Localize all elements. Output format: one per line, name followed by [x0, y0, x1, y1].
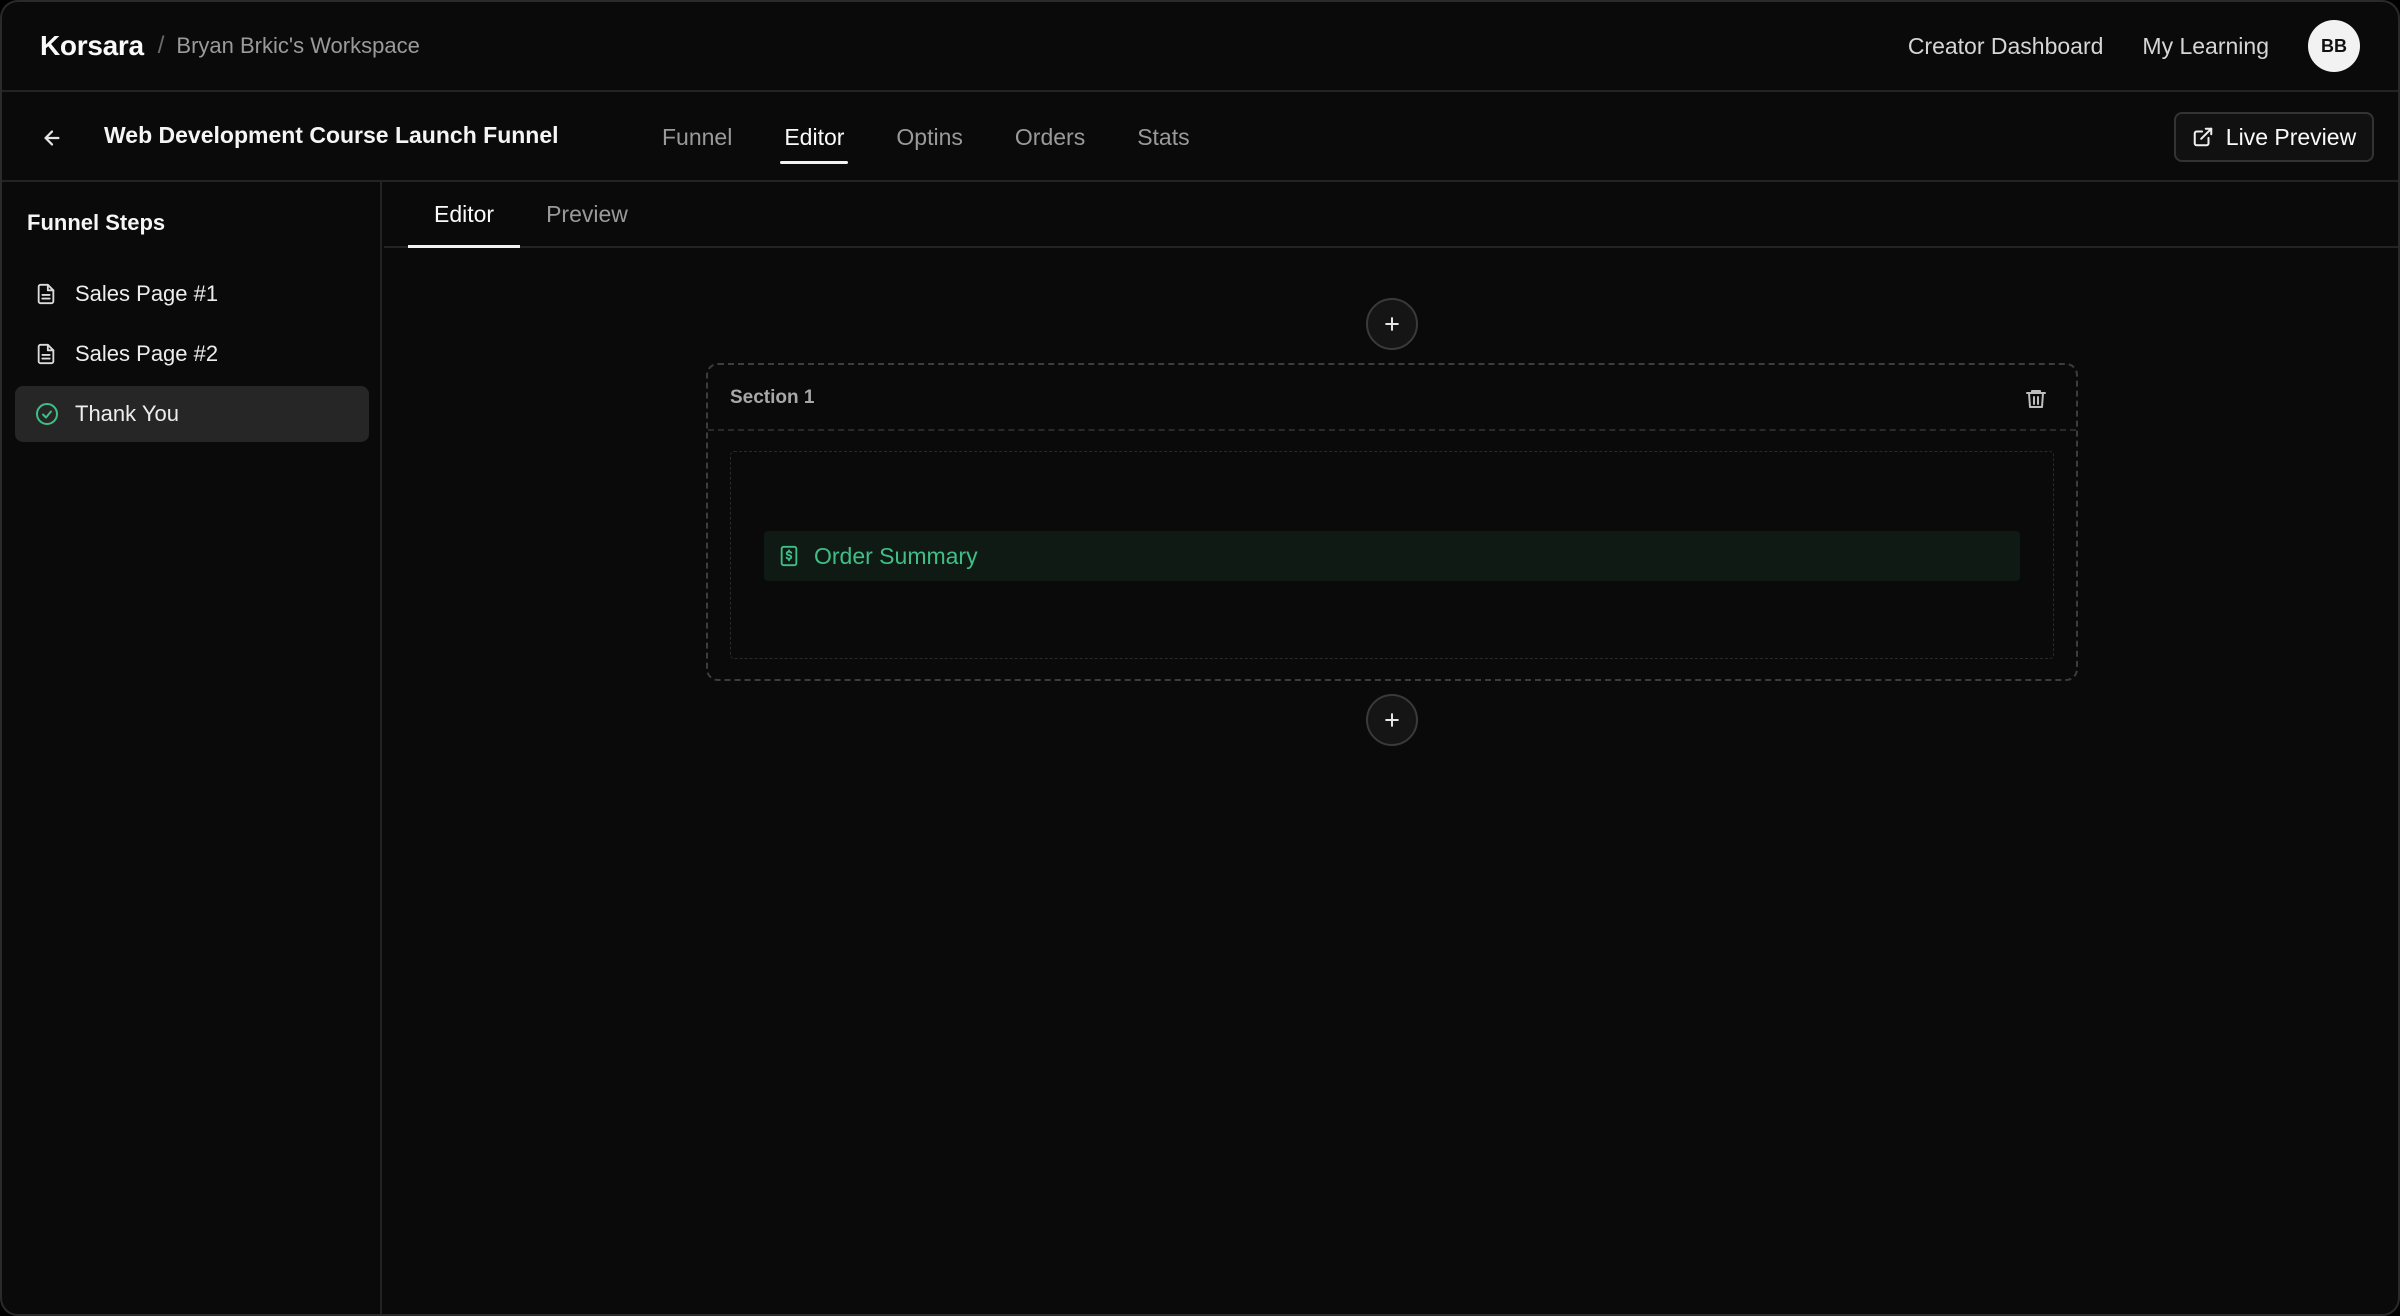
funnel-title: Web Development Course Launch Funnel	[104, 122, 559, 148]
sidebar-item-sales-page-2[interactable]: Sales Page #2	[15, 326, 369, 382]
section-container[interactable]: Section 1 Order Summary	[706, 363, 2078, 681]
check-circle-icon	[35, 402, 61, 426]
tab-orders[interactable]: Orders	[989, 92, 1111, 182]
funnel-steps-sidebar: Funnel Steps Sales Page #1 Sales Page #2…	[2, 182, 382, 1314]
section-label: Section 1	[730, 387, 815, 408]
section-body: Order Summary	[730, 451, 2054, 659]
live-preview-button[interactable]: Live Preview	[2174, 112, 2374, 162]
editor-tabs: Editor Preview	[384, 182, 2398, 248]
my-learning-link[interactable]: My Learning	[2142, 33, 2269, 60]
funnel-header: Web Development Course Launch Funnel Fun…	[2, 92, 2398, 182]
file-text-icon	[35, 282, 61, 306]
add-section-below-button[interactable]	[1366, 694, 1418, 746]
order-summary-label: Order Summary	[814, 542, 978, 569]
breadcrumb-separator: /	[157, 32, 165, 59]
plus-icon	[1385, 317, 1399, 331]
receipt-dollar-icon	[778, 544, 800, 568]
tab-preview-view[interactable]: Preview	[520, 182, 654, 246]
section-header: Section 1	[708, 365, 2076, 431]
file-text-icon	[35, 342, 61, 366]
add-section-above-button[interactable]	[1366, 298, 1418, 350]
external-link-icon	[2192, 126, 2214, 148]
delete-section-button[interactable]	[2022, 385, 2050, 413]
workspace-name[interactable]: Bryan Brkic's Workspace	[176, 33, 419, 59]
trash-icon	[2026, 390, 2046, 408]
brand-logo[interactable]: Korsara	[40, 30, 144, 62]
top-bar: Korsara / Bryan Brkic's Workspace Creato…	[2, 2, 2398, 92]
sidebar-item-label: Thank You	[75, 401, 179, 426]
sidebar-item-thank-you[interactable]: Thank You	[15, 386, 369, 442]
tab-editor-view[interactable]: Editor	[408, 182, 521, 248]
app-window: Korsara / Bryan Brkic's Workspace Creato…	[0, 0, 2400, 1316]
funnel-tabs: Funnel Editor Optins Orders Stats	[636, 92, 1216, 182]
back-button[interactable]	[32, 118, 72, 158]
sidebar-item-label: Sales Page #2	[75, 341, 219, 366]
tab-stats[interactable]: Stats	[1111, 92, 1215, 182]
arrow-left-icon	[44, 130, 60, 146]
tab-optins[interactable]: Optins	[870, 92, 988, 182]
sidebar-item-sales-page-1[interactable]: Sales Page #1	[15, 266, 369, 322]
order-summary-block[interactable]: Order Summary	[764, 531, 2020, 581]
sidebar-title: Funnel Steps	[27, 210, 166, 235]
tab-funnel[interactable]: Funnel	[636, 92, 758, 182]
live-preview-label: Live Preview	[2225, 123, 2357, 150]
creator-dashboard-link[interactable]: Creator Dashboard	[1908, 33, 2104, 60]
top-nav: Creator Dashboard My Learning BB	[1908, 20, 2360, 72]
sidebar-item-label: Sales Page #1	[75, 281, 219, 306]
plus-icon	[1385, 713, 1399, 727]
tab-editor[interactable]: Editor	[758, 92, 870, 182]
avatar[interactable]: BB	[2308, 20, 2360, 72]
